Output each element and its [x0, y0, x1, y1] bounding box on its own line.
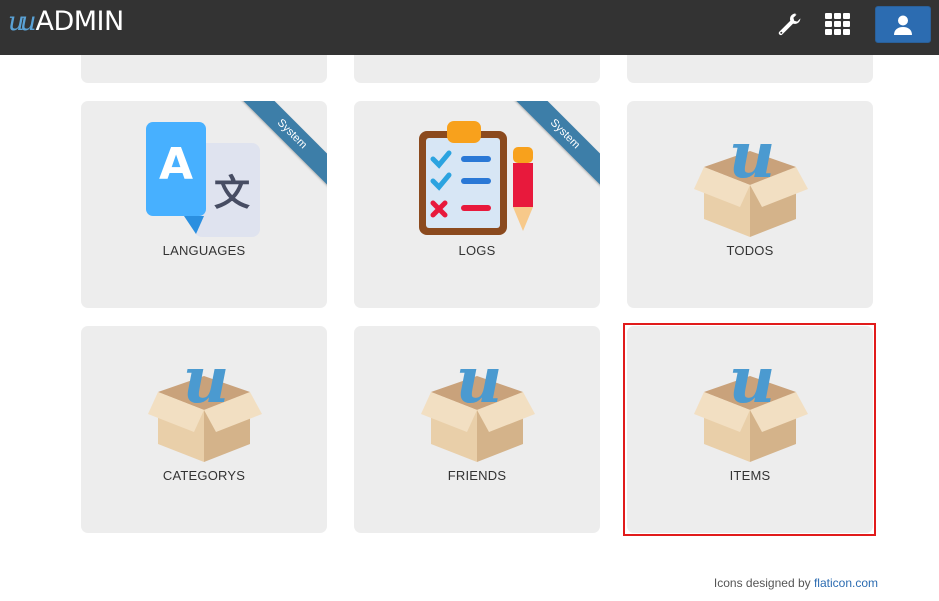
module-label: ITEMS — [729, 468, 771, 483]
module-card-friends[interactable]: u FRIENDS — [354, 326, 600, 533]
module-card-items[interactable]: u ITEMS — [627, 326, 873, 533]
footer-credit: Icons designed by flaticon.com — [0, 576, 878, 590]
brand-u-2: u — [19, 7, 37, 37]
box-icon: u — [148, 344, 262, 462]
top-navbar: uu ADMIN — [0, 0, 939, 55]
user-icon — [894, 15, 912, 35]
module-label: CATEGORYS — [162, 468, 246, 483]
module-label: LANGUAGES — [162, 243, 246, 258]
wrench-icon[interactable] — [775, 10, 803, 38]
box-icon: u — [421, 344, 535, 462]
box-icon: u — [694, 119, 808, 237]
flaticon-link[interactable]: flaticon.com — [814, 576, 878, 590]
module-card-categorys[interactable]: u CATEGORYS — [81, 326, 327, 533]
module-card-languages[interactable]: A 文 System LANGUAGES — [81, 101, 327, 308]
system-ribbon: System — [237, 101, 327, 191]
svg-text:u: u — [729, 119, 776, 193]
module-card-partial[interactable] — [354, 55, 600, 83]
grid-icon[interactable] — [823, 10, 853, 38]
brand-logo[interactable]: uu ADMIN — [8, 6, 124, 40]
box-icon: u — [694, 344, 808, 462]
user-menu-button[interactable] — [875, 6, 931, 43]
module-card-partial[interactable] — [627, 55, 873, 83]
module-label: LOGS — [458, 243, 496, 258]
svg-text:u: u — [456, 344, 503, 418]
svg-text:u: u — [183, 344, 230, 418]
module-label: TODOS — [726, 243, 774, 258]
system-ribbon: System — [510, 101, 600, 191]
brand-admin: ADMIN — [35, 6, 125, 37]
module-card-todos[interactable]: u TODOS — [627, 101, 873, 308]
module-card-partial[interactable] — [81, 55, 327, 83]
svg-text:u: u — [729, 344, 776, 418]
module-label: FRIENDS — [447, 468, 507, 483]
module-card-logs[interactable]: System LOGS — [354, 101, 600, 308]
svg-text:A: A — [159, 139, 193, 190]
footer-prefix: Icons designed by — [713, 576, 814, 590]
